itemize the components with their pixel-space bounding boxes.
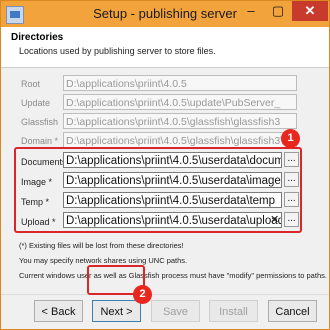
cancel-button[interactable]: Cancel (268, 300, 317, 322)
minimize-button[interactable]: – (239, 1, 263, 21)
glassfish-field: D:\applications\priint\4.0.5\glassfish\g… (63, 113, 297, 129)
save-button[interactable]: Save (151, 300, 200, 322)
root-label: Root (21, 79, 41, 89)
back-button[interactable]: < Back (34, 300, 83, 322)
callout-badge-2: 2 (133, 285, 152, 304)
page-header: Directories Locations used by publishing… (1, 27, 329, 68)
install-button[interactable]: Install (209, 300, 258, 322)
page-title: Directories (11, 32, 64, 43)
fields-highlight-box (14, 147, 302, 233)
button-bar: < Back Next > Save Install Cancel (1, 294, 329, 329)
next-button[interactable]: Next > (92, 300, 141, 322)
domain-field: D:\applications\priint\4.0.5\glassfish\g… (63, 132, 297, 148)
update-label: Update (21, 98, 51, 108)
setup-window: Setup - publishing server – ▢ ✕ Director… (0, 0, 330, 330)
page-subtitle: Locations used by publishing server to s… (19, 46, 216, 56)
note-unc: You may specify network shares using UNC… (19, 256, 188, 265)
maximize-button[interactable]: ▢ (266, 1, 290, 21)
glassfish-label: Glassfish (21, 117, 59, 127)
update-field: D:\applications\priint\4.0.5\update\PubS… (63, 94, 297, 110)
note-permissions: Current windows user as well as Glassfis… (19, 271, 327, 280)
note-warning: (*) Existing files will be lost from the… (19, 241, 184, 250)
close-button[interactable]: ✕ (292, 1, 328, 21)
root-field: D:\applications\priint\4.0.5 (63, 75, 297, 91)
title-bar: Setup - publishing server – ▢ ✕ (1, 1, 329, 27)
callout-badge-1: 1 (281, 129, 300, 148)
domain-label: Domain * (21, 136, 59, 146)
